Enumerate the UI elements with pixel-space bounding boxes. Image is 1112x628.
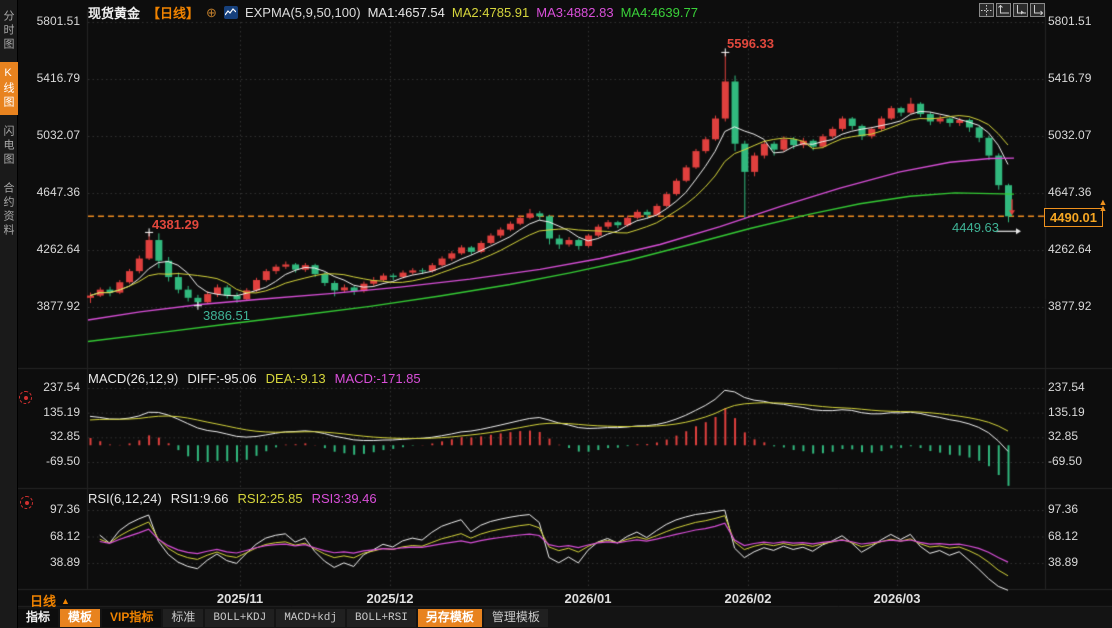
template-button[interactable]: 模板: [60, 609, 101, 627]
price-chart-canvas[interactable]: [0, 0, 1112, 628]
axis-tick: 135.19: [1048, 404, 1085, 419]
rsi3-value: RSI3:39.46: [311, 491, 377, 506]
boll-rsi-template-button[interactable]: BOLL+RSI: [347, 609, 416, 627]
macd-settings-icon[interactable]: [19, 391, 32, 404]
sidebar-item-kline-chart[interactable]: K线图: [0, 62, 18, 115]
macd-value: MACD:-171.85: [334, 371, 421, 386]
manage-templates-button[interactable]: 管理模板: [483, 609, 548, 627]
axis-tick: 32.85: [49, 429, 80, 444]
standard-template-button[interactable]: 标准: [163, 609, 204, 627]
x-axis-month-label: 2026/03: [873, 591, 921, 606]
sidebar-item-contract-info[interactable]: 合约资料: [0, 177, 18, 243]
rsi2-value: RSI2:25.85: [237, 491, 303, 506]
indicators-button[interactable]: 指标: [18, 609, 59, 627]
swing-low-label-2: 4449.63: [952, 220, 999, 235]
expma-label: EXPMA(5,9,50,100): [244, 5, 361, 20]
macd-kdj-template-button[interactable]: MACD+kdj: [276, 609, 346, 627]
triangle-up-icon: ▲: [61, 595, 70, 606]
price-alert-icon[interactable]: ▲ ▲: [1097, 198, 1109, 213]
crosshair-icon[interactable]: [979, 3, 994, 17]
axis-tick: 5416.79: [36, 71, 80, 85]
axis-tick: 68.12: [49, 528, 80, 543]
axis-tick: 4262.64: [36, 241, 80, 256]
period-tag[interactable]: 【日线】: [147, 3, 199, 22]
axis-tick: 68.12: [1048, 528, 1079, 543]
axis-tick: 32.85: [1048, 429, 1079, 444]
axis-tick: 97.36: [1048, 502, 1079, 516]
x-axis-month-label: 2025/12: [366, 591, 414, 606]
axis-tick: 135.19: [43, 404, 80, 419]
ma4-value: MA4:4639.77: [620, 5, 698, 20]
x-axis-month-label: 2026/02: [724, 591, 772, 606]
add-indicator-icon[interactable]: ⊕: [206, 5, 217, 21]
macd-pane-header: MACD(26,12,9) DIFF:-95.06 DEA:-9.13 MACD…: [88, 371, 421, 386]
swing-high-label-1: 4381.29: [152, 217, 199, 232]
indicator-chart-icon[interactable]: [223, 6, 238, 19]
ma3-value: MA3:4882.83: [536, 5, 614, 20]
axis-tick: 3877.92: [36, 299, 80, 313]
template-toolbar: 指标 模板 VIP指标 标准 BOLL+KDJ MACD+kdj BOLL+RSI 另存模板管…: [18, 609, 548, 627]
sidebar-item-time-chart[interactable]: 分时图: [0, 5, 18, 57]
chart-type-sidebar: 分时图 K线图闪电图合约资料: [0, 0, 18, 628]
axis-tick: 38.89: [1048, 555, 1079, 569]
axis-tick: 5416.79: [1048, 71, 1092, 85]
last-price-tag: 4490.01: [1044, 208, 1103, 227]
sidebar-item-flash-chart[interactable]: 闪电图: [0, 120, 18, 172]
trading-app-window: 分时图 K线图闪电图合约资料 现货黄金 【日线】 ⊕ EXPMA(5,9,50,1…: [0, 0, 1112, 628]
axis-tick: 4262.64: [1048, 241, 1092, 256]
axis-tick: 4647.36: [36, 184, 80, 199]
rsi1-value: RSI1:9.66: [170, 491, 229, 506]
swing-low-label-1: 3886.51: [203, 308, 250, 323]
macd-diff-value: DIFF:-95.06: [187, 371, 257, 386]
chart-header: 现货黄金 【日线】 ⊕ EXPMA(5,9,50,100) MA1:4657.5…: [88, 3, 698, 22]
rsi-pane-header: RSI(6,12,24) RSI1:9.66 RSI2:25.85 RSI3:3…: [88, 491, 377, 506]
scale-left-axis-icon[interactable]: [996, 3, 1011, 17]
chart-tool-icons: [979, 3, 1045, 17]
rsi-settings-icon[interactable]: [20, 496, 33, 509]
axis-tick: 5032.07: [36, 128, 80, 142]
axis-tick: 5801.51: [1048, 14, 1092, 28]
save-as-template-button[interactable]: 另存模板: [417, 609, 482, 627]
ma2-value: MA2:4785.91: [451, 5, 530, 20]
symbol-title: 现货黄金: [88, 6, 141, 21]
axis-tick: -69.50: [1048, 454, 1083, 468]
axis-tick: 237.54: [1048, 380, 1085, 394]
scale-bottom-axis-icon[interactable]: [1013, 3, 1028, 17]
axis-tick: 5801.51: [36, 14, 80, 28]
macd-title: MACD(26,12,9): [88, 371, 179, 386]
boll-kdj-template-button[interactable]: BOLL+KDJ: [205, 609, 275, 627]
x-axis-month-label: 2026/01: [564, 591, 612, 606]
scale-right-axis-icon[interactable]: [1030, 3, 1045, 17]
ma1-value: MA1:4657.54: [367, 5, 445, 20]
axis-tick: 3877.92: [1048, 299, 1092, 313]
macd-dea-value: DEA:-9.13: [265, 371, 326, 386]
axis-tick: -69.50: [45, 454, 80, 468]
axis-tick: 38.89: [49, 555, 80, 569]
rsi-title: RSI(6,12,24): [88, 491, 162, 506]
swing-high-label-2: 5596.33: [727, 36, 774, 51]
x-axis-month-label: 2025/11: [216, 591, 264, 606]
vip-indicators-button[interactable]: VIP指标: [102, 609, 162, 627]
axis-tick: 5032.07: [1048, 128, 1092, 142]
